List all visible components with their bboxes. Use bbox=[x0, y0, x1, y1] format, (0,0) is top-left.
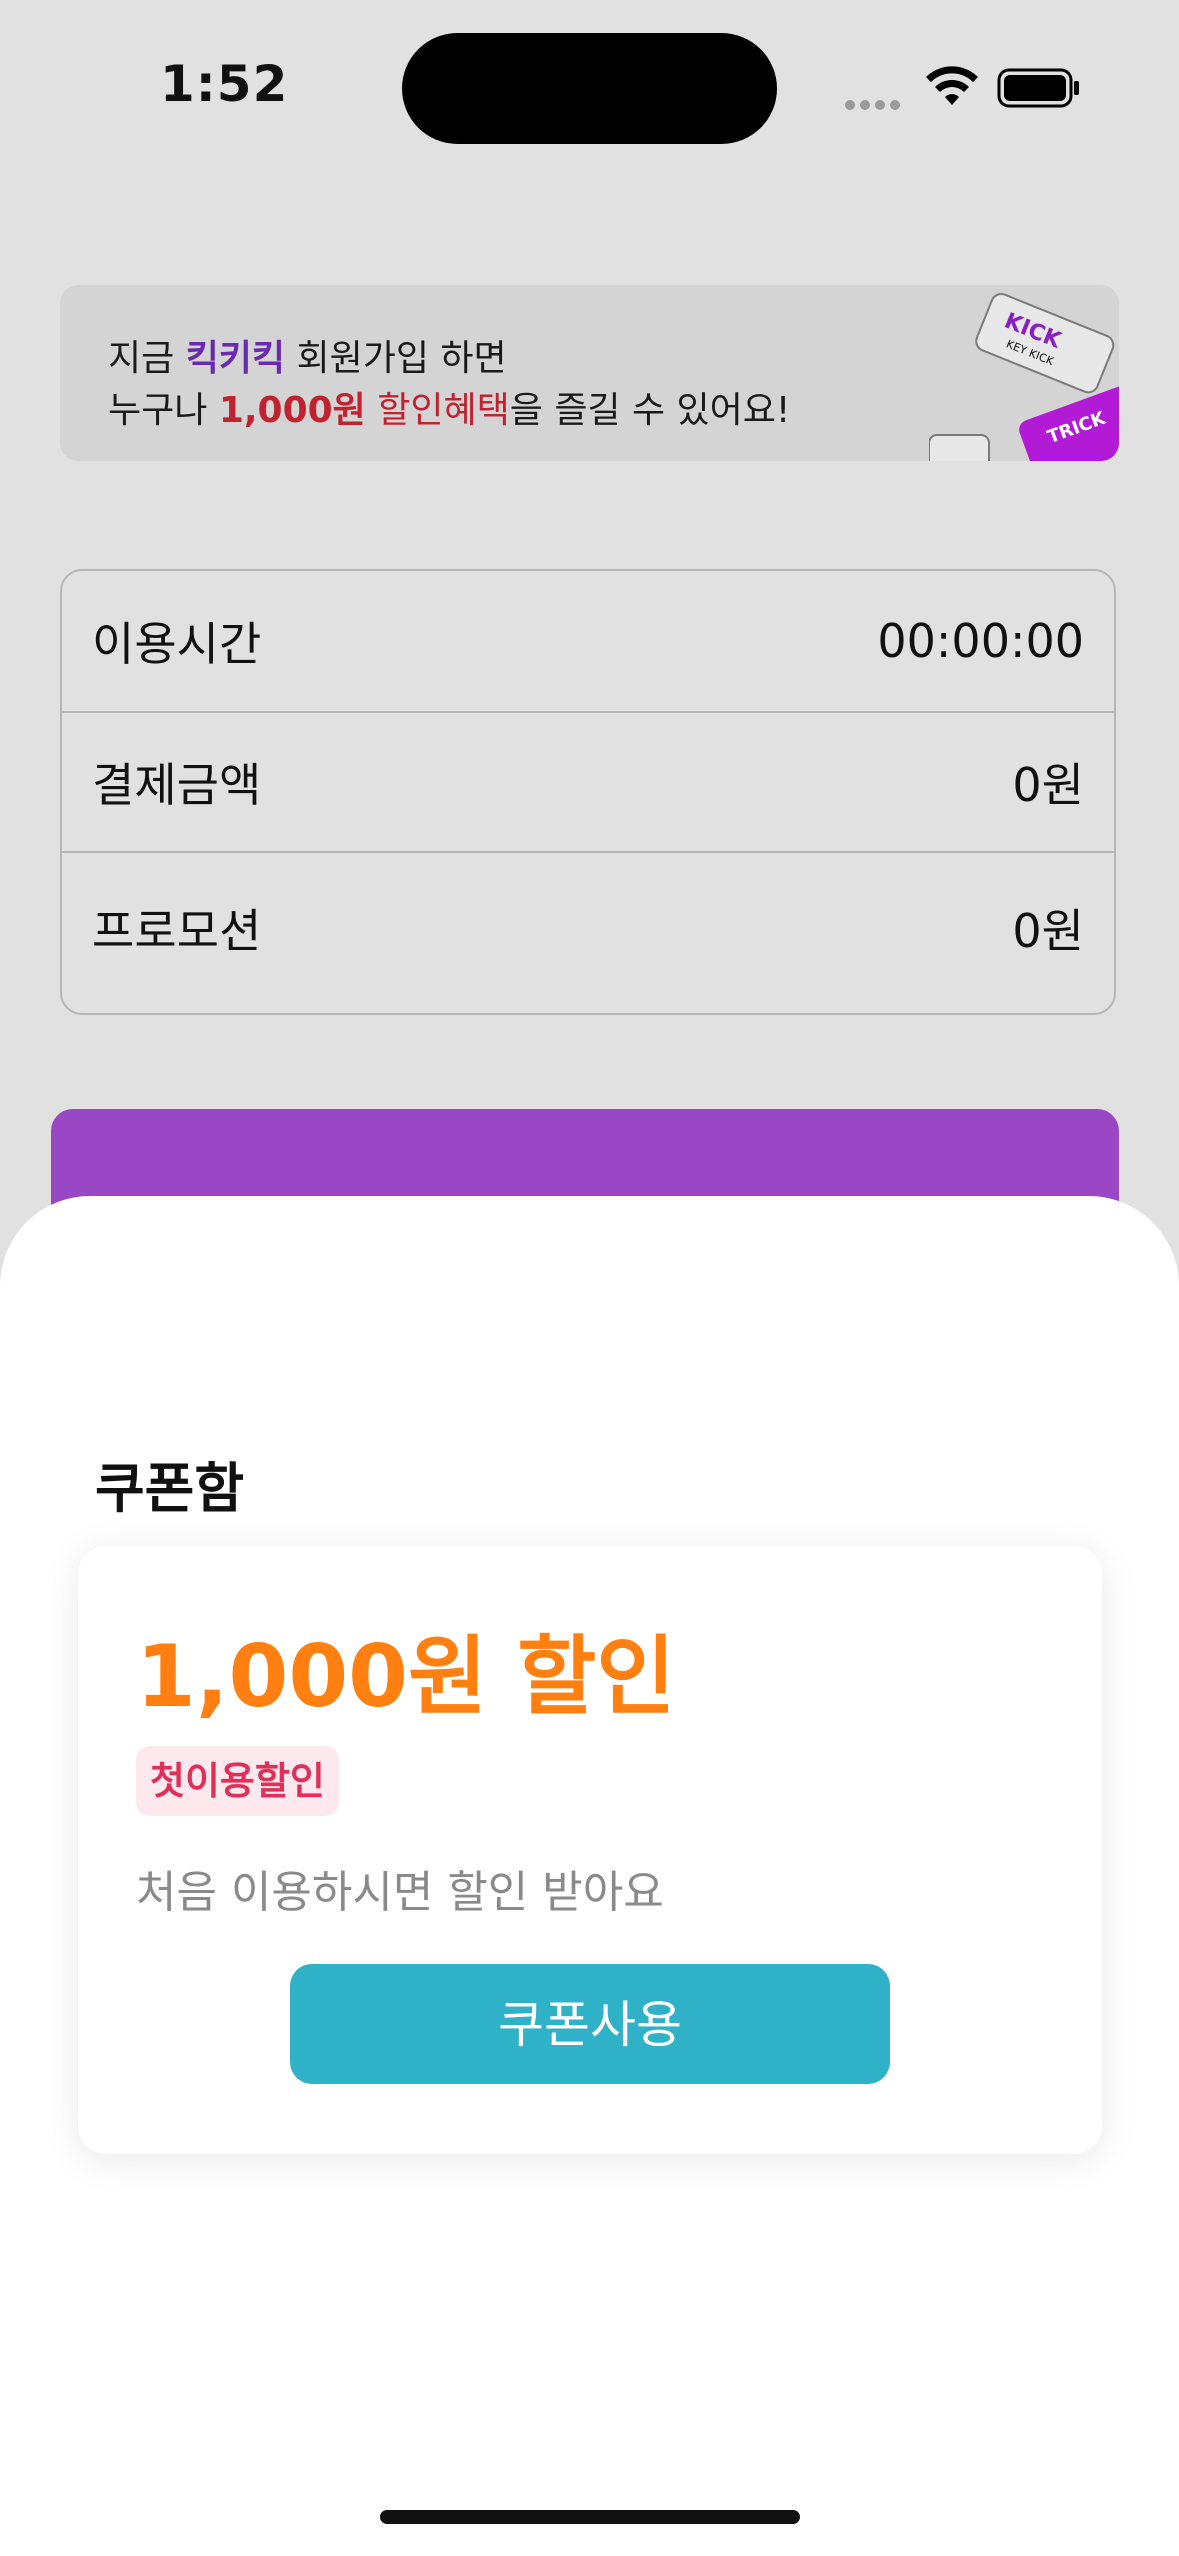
info-label: 결제금액 bbox=[92, 758, 262, 812]
info-label: 프로모션 bbox=[92, 904, 262, 958]
battery-icon bbox=[997, 68, 1079, 108]
brand-name: 킥키킥 bbox=[185, 338, 286, 379]
info-value: 0원 bbox=[1012, 758, 1084, 812]
promo-line-2: 누구나 1,000원 할인혜택을 즐길 수 있어요! bbox=[108, 390, 791, 431]
info-row-usage-time: 이용시간 00:00:00 bbox=[62, 571, 1114, 711]
coupon-tag-badge: 첫이용할인 bbox=[136, 1746, 339, 1816]
cellular-signal-icon bbox=[845, 95, 905, 110]
coupon-card: 1,000원 할인 첫이용할인 처음 이용하시면 할인 받아요 쿠폰사용 bbox=[78, 1546, 1102, 2154]
promo-line-1: 지금 킥키킥 회원가입 하면 bbox=[108, 338, 507, 379]
dynamic-island bbox=[402, 33, 777, 144]
wifi-icon bbox=[926, 66, 978, 105]
ride-info-table: 이용시간 00:00:00 결제금액 0원 프로모션 0원 bbox=[60, 569, 1116, 1015]
info-row-promotion: 프로모션 0원 bbox=[62, 851, 1114, 1003]
promo-text: 지금 킥키킥 회원가입 하면 누구나 1,000원 할인혜택을 즐길 수 있어요… bbox=[108, 333, 790, 437]
home-indicator[interactable] bbox=[380, 2510, 800, 2524]
promo-banner[interactable]: 지금 킥키킥 회원가입 하면 누구나 1,000원 할인혜택을 즐길 수 있어요… bbox=[60, 285, 1119, 461]
status-time: 1:52 bbox=[160, 55, 289, 113]
sheet-title: 쿠폰함 bbox=[95, 1457, 245, 1520]
promo-keykick-image: KICK KEY KICK TRICK bbox=[929, 292, 1119, 461]
info-value: 0원 bbox=[1012, 904, 1084, 958]
info-value: 00:00:00 bbox=[877, 614, 1084, 668]
coupon-amount: 1,000원 할인 bbox=[136, 1627, 676, 1727]
info-label: 이용시간 bbox=[92, 617, 262, 671]
coupon-description: 처음 이용하시면 할인 받아요 bbox=[136, 1867, 664, 1918]
use-coupon-button[interactable]: 쿠폰사용 bbox=[290, 1964, 890, 2084]
promo-benefit: 할인혜택 bbox=[365, 390, 510, 431]
info-row-payment-amount: 결제금액 0원 bbox=[62, 711, 1114, 851]
promo-amount: 1,000원 bbox=[218, 390, 366, 431]
coupon-bottom-sheet: 쿠폰함 1,000원 할인 첫이용할인 처음 이용하시면 할인 받아요 쿠폰사용 bbox=[0, 1196, 1179, 2556]
